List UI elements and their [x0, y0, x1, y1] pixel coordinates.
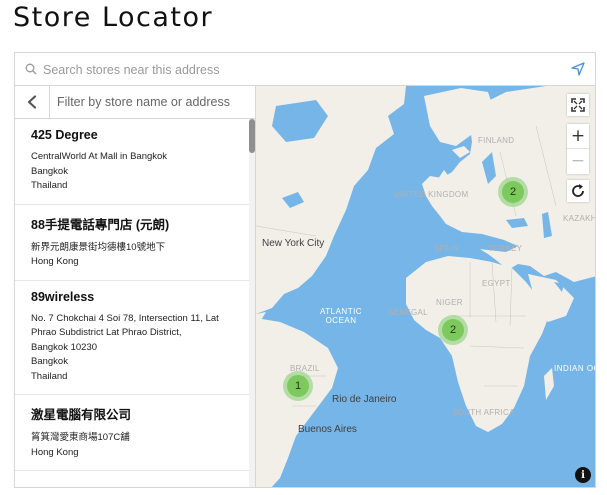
map-label-turkey: TURKEY	[488, 244, 523, 253]
store-cluster-marker[interactable]: 2	[498, 177, 528, 207]
store-map[interactable]: New York City ATLANTIC OCEAN Rio de Jane…	[256, 86, 596, 487]
store-name: 425 Degree	[31, 128, 98, 142]
store-address-line: No. 7 Chokchai 4 Soi 78, Intersection 11…	[31, 312, 219, 324]
map-label-united-kingdom: UNITED KINGDOM	[394, 190, 469, 199]
map-label-kazakh: KAZAKH	[563, 214, 596, 223]
address-search-input[interactable]	[43, 59, 563, 81]
store-address-line: Bangkok	[31, 165, 68, 177]
store-cluster-marker[interactable]: 1	[283, 371, 313, 401]
cluster-count: 2	[442, 319, 464, 341]
map-label-buenos-aires: Buenos Aires	[298, 424, 357, 435]
map-label-egypt: EGYPT	[482, 279, 511, 288]
map-label-atlantic-line1: ATLANTIC	[320, 307, 363, 316]
zoom-out-button[interactable]: −	[567, 148, 589, 172]
map-label-atlantic-line2: OCEAN	[325, 316, 357, 325]
map-label-new-york: New York City	[262, 238, 325, 249]
store-address-line: Bangkok 10230	[31, 341, 98, 353]
store-name: 89wireless	[31, 289, 95, 304]
map-label-finland: FINLAND	[478, 136, 515, 145]
store-address-line: Hong Kong	[31, 446, 79, 458]
store-locator: 425 Degree CentralWorld At Mall in Bangk…	[14, 52, 596, 488]
store-address-line: Bangkok	[31, 356, 68, 367]
chevron-left-icon	[27, 95, 37, 109]
scrollbar-track[interactable]	[249, 119, 255, 487]
map-label-south-africa: SOUTH AFRICA	[452, 408, 515, 417]
store-address-line: Thailand	[31, 180, 68, 191]
map-label-rio: Rio de Janeiro	[332, 394, 397, 405]
cluster-count: 2	[502, 181, 524, 203]
store-item[interactable]: 425 Degree CentralWorld At Mall in Bangk…	[15, 119, 255, 205]
info-icon[interactable]: i	[575, 467, 591, 483]
landmass-madagascar	[544, 368, 554, 400]
map-label-atlantic: ATLANTIC OCEAN	[320, 307, 362, 325]
zoom-controls: + −	[567, 124, 589, 174]
reset-map-button[interactable]	[567, 180, 589, 202]
back-button[interactable]	[15, 86, 50, 118]
store-sidebar: 425 Degree CentralWorld At Mall in Bangk…	[15, 86, 256, 487]
map-label-spain: SPAIN	[434, 244, 459, 253]
fullscreen-button[interactable]	[567, 94, 589, 116]
scrollbar-thumb[interactable]	[249, 119, 255, 153]
cluster-count: 1	[287, 375, 309, 397]
refresh-icon	[572, 184, 584, 197]
store-name: 88手提電話專門店 (元朗)	[31, 217, 170, 232]
page-title: Store Locator	[13, 2, 214, 33]
store-address-line: 新界元朗康景街均德樓10號地下	[31, 241, 166, 253]
landmass-africa	[406, 256, 552, 432]
store-list: 425 Degree CentralWorld At Mall in Bangk…	[15, 119, 255, 487]
search-icon	[25, 63, 37, 75]
map-label-indian-ocean: INDIAN OC	[554, 364, 596, 373]
store-cluster-marker[interactable]: 2	[438, 315, 468, 345]
zoom-in-button[interactable]: +	[567, 124, 589, 148]
landmass-south-america	[256, 318, 338, 487]
store-item[interactable]: 89wireless No. 7 Chokchai 4 Soi 78, Inte…	[15, 281, 255, 395]
locate-me-icon[interactable]	[571, 62, 585, 76]
store-address-line: Thailand	[31, 370, 68, 382]
store-address-line: Phrao Subdistrict Lat Phrao District,	[31, 327, 182, 338]
store-address-line: CentralWorld At Mall in Bangkok	[31, 151, 168, 162]
store-address-line: 筲箕灣愛東商場107C舖	[31, 432, 130, 443]
store-item[interactable]: 88手提電話專門店 (元朗) 新界元朗康景街均德樓10號地下 Hong Kong	[15, 205, 255, 281]
store-item[interactable]: 激星電腦有限公司 筲箕灣愛東商場107C舖 Hong Kong	[15, 395, 255, 471]
filter-row	[15, 86, 255, 119]
store-address-line: Hong Kong	[31, 256, 79, 267]
store-filter-input[interactable]	[57, 91, 247, 113]
map-label-senegal: SENEGAL	[388, 308, 428, 317]
store-name: 激星電腦有限公司	[31, 408, 132, 422]
map-label-niger: NIGER	[436, 298, 463, 307]
address-search-bar	[15, 53, 595, 86]
fullscreen-icon	[571, 98, 585, 112]
